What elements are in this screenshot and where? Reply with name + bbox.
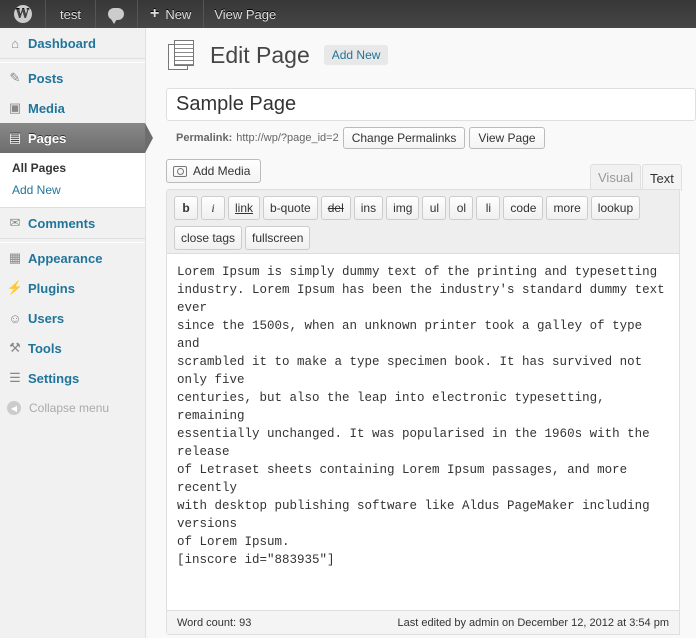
admin-bar: W test + New View Page bbox=[0, 0, 696, 28]
plus-icon: + bbox=[149, 5, 160, 22]
view-page-button[interactable]: View Page bbox=[469, 127, 545, 149]
page-title: Edit Page bbox=[210, 41, 310, 68]
qt-ul-button[interactable]: ul bbox=[422, 196, 447, 220]
pages-submenu: All Pages Add New bbox=[0, 153, 145, 208]
settings-icon: ☰ bbox=[9, 370, 21, 385]
main-content: Edit Page Add New Sample Page Permalink:… bbox=[146, 28, 696, 638]
dashboard-icon: ⌂ bbox=[11, 35, 19, 51]
post-title-input[interactable]: Sample Page bbox=[166, 88, 696, 121]
menu-settings-label: Settings bbox=[28, 370, 80, 386]
content-textarea[interactable]: Lorem Ipsum is simply dummy text of the … bbox=[167, 254, 679, 614]
qt-fullscreen-button[interactable]: fullscreen bbox=[245, 226, 311, 250]
text-editor: b i link b-quote del ins img ul ol li co… bbox=[166, 189, 680, 635]
users-icon: ☺ bbox=[8, 310, 22, 326]
menu-appearance-label: Appearance bbox=[28, 250, 103, 266]
menu-tools[interactable]: ⚒ Tools bbox=[0, 333, 145, 363]
menu-dashboard-label: Dashboard bbox=[28, 35, 96, 51]
collapse-menu-label: Collapse menu bbox=[29, 401, 110, 415]
plug-icon: ⚡ bbox=[6, 280, 24, 295]
menu-comments[interactable]: ✉ Comments bbox=[0, 208, 145, 238]
submenu-add-new[interactable]: Add New bbox=[0, 179, 145, 201]
menu-media-label: Media bbox=[28, 100, 65, 116]
tab-text[interactable]: Text bbox=[642, 164, 682, 191]
add-media-icon bbox=[173, 165, 187, 177]
change-permalinks-button[interactable]: Change Permalinks bbox=[342, 127, 466, 149]
wordpress-logo-icon: W bbox=[13, 5, 32, 23]
word-count: Word count: 93 bbox=[177, 616, 252, 629]
menu-pages[interactable]: ▤ Pages bbox=[0, 123, 153, 153]
qt-italic-button[interactable]: i bbox=[201, 196, 225, 220]
admin-sidebar: ⌂ Dashboard ✎ Posts ▣ Media ▤ Pages All … bbox=[0, 28, 153, 638]
menu-tools-label: Tools bbox=[28, 340, 62, 356]
media-icon: ▣ bbox=[8, 100, 22, 115]
permalink-row: Permalink: http://wp/?page_id=2 Change P… bbox=[176, 127, 545, 149]
qt-more-button[interactable]: more bbox=[546, 196, 588, 220]
menu-dashboard[interactable]: ⌂ Dashboard bbox=[0, 28, 145, 58]
collapse-arrow-icon: ◀ bbox=[7, 401, 21, 415]
permalink-label: Permalink: bbox=[176, 132, 233, 144]
qt-ol-button[interactable]: ol bbox=[449, 196, 474, 220]
add-new-page-button[interactable]: Add New bbox=[323, 45, 389, 65]
menu-settings[interactable]: ☰ Settings bbox=[0, 363, 145, 393]
tools-icon: ⚒ bbox=[9, 340, 21, 355]
comment-icon: ✉ bbox=[9, 215, 21, 230]
edit-page-icon bbox=[168, 40, 196, 70]
menu-comments-label: Comments bbox=[28, 215, 96, 231]
collapse-menu-button[interactable]: ◀ Collapse menu bbox=[0, 393, 145, 423]
menu-posts-label: Posts bbox=[28, 70, 64, 86]
qt-link-button[interactable]: link bbox=[228, 196, 261, 220]
qt-bold-button[interactable]: b bbox=[174, 196, 198, 220]
menu-plugins[interactable]: ⚡ Plugins bbox=[0, 273, 145, 303]
quicktags-toolbar: b i link b-quote del ins img ul ol li co… bbox=[167, 190, 679, 254]
wp-logo-menu[interactable]: W bbox=[0, 0, 46, 28]
comment-bubble-icon bbox=[108, 8, 125, 24]
qt-blockquote-button[interactable]: b-quote bbox=[263, 196, 318, 220]
comments-link[interactable] bbox=[96, 0, 138, 28]
qt-ins-button[interactable]: ins bbox=[353, 196, 384, 220]
paintbrush-icon: ▦ bbox=[8, 250, 22, 265]
menu-pages-label: Pages bbox=[28, 130, 67, 146]
menu-users-label: Users bbox=[28, 310, 65, 326]
page-header: Edit Page Add New bbox=[168, 40, 389, 70]
pushpin-icon: ✎ bbox=[9, 70, 21, 85]
menu-users[interactable]: ☺ Users bbox=[0, 303, 145, 333]
editor-status-bar: Word count: 93 Last edited by admin on D… bbox=[167, 610, 679, 634]
tab-visual[interactable]: Visual bbox=[590, 164, 642, 190]
qt-li-button[interactable]: li bbox=[476, 196, 501, 220]
add-media-button[interactable]: Add Media bbox=[166, 159, 262, 183]
add-media-label: Add Media bbox=[193, 164, 251, 178]
submenu-all-pages[interactable]: All Pages bbox=[0, 157, 145, 179]
qt-code-button[interactable]: code bbox=[503, 196, 544, 220]
qt-close-tags-button[interactable]: close tags bbox=[174, 226, 243, 250]
new-content-label: New bbox=[165, 6, 192, 22]
site-name-link[interactable]: test bbox=[46, 0, 96, 28]
menu-media[interactable]: ▣ Media bbox=[0, 93, 145, 123]
adminbar-view-page-link[interactable]: View Page bbox=[204, 0, 286, 28]
menu-appearance[interactable]: ▦ Appearance bbox=[0, 243, 145, 273]
last-edited: Last edited by admin on December 12, 201… bbox=[397, 616, 669, 629]
permalink-url: http://wp/?page_id=2 bbox=[236, 132, 339, 144]
menu-posts[interactable]: ✎ Posts bbox=[0, 63, 145, 93]
menu-plugins-label: Plugins bbox=[28, 280, 75, 296]
qt-img-button[interactable]: img bbox=[386, 196, 420, 220]
pages-icon: ▤ bbox=[8, 130, 22, 145]
qt-lookup-button[interactable]: lookup bbox=[590, 196, 641, 220]
qt-del-button[interactable]: del bbox=[320, 196, 351, 220]
new-content-menu[interactable]: + New bbox=[138, 0, 205, 28]
